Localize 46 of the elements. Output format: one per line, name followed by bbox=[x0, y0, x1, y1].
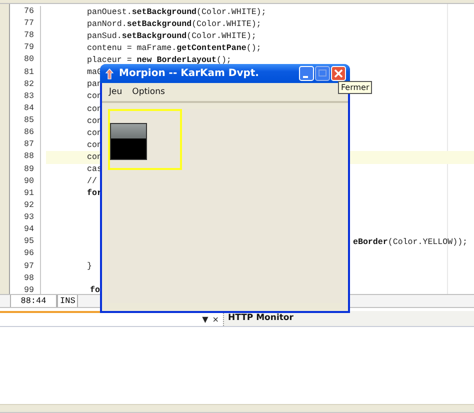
code-text: } bbox=[87, 262, 92, 272]
code-text: eBorder(Color.YELLOW)); bbox=[353, 238, 468, 247]
code-text: // bbox=[87, 177, 97, 186]
tile-drawing bbox=[110, 123, 147, 160]
line-number: 96 bbox=[10, 248, 41, 261]
line-number: 93 bbox=[10, 212, 41, 224]
app-icon bbox=[104, 68, 115, 80]
code-text: fo bbox=[90, 286, 100, 294]
line-number: 76 bbox=[10, 6, 41, 18]
line-number: 86 bbox=[10, 127, 41, 140]
panel-tab[interactable]: HTTP Monitor bbox=[223, 311, 474, 326]
line-number: 80 bbox=[10, 54, 41, 67]
line-number: 98 bbox=[10, 272, 41, 285]
minimize-button[interactable] bbox=[299, 66, 314, 81]
menu-item[interactable]: Jeu bbox=[109, 87, 122, 97]
code-text: placeur = new BorderLayout(); bbox=[87, 56, 232, 65]
menu-item[interactable]: Options bbox=[132, 87, 165, 97]
maximize-button[interactable] bbox=[315, 66, 330, 81]
line-number: 82 bbox=[10, 78, 41, 91]
code-text: panOuest.setBackground(Color.WHITE); bbox=[87, 8, 266, 16]
window-title: Morpion -- KarKam Dvpt. bbox=[119, 68, 260, 79]
code-text: panSud.setBackground(Color.WHITE); bbox=[87, 32, 256, 41]
line-number: 85 bbox=[10, 115, 41, 128]
line-number: 83 bbox=[10, 90, 41, 103]
code-text: panNord.setBackground(Color.WHITE); bbox=[87, 20, 262, 29]
close-button[interactable] bbox=[331, 66, 346, 81]
tooltip: Fermer bbox=[338, 81, 372, 94]
line-number: 79 bbox=[10, 42, 41, 54]
line-number: 87 bbox=[10, 139, 41, 152]
line-number: 77 bbox=[10, 18, 41, 30]
line-number: 90 bbox=[10, 176, 41, 188]
line-number: 97 bbox=[10, 260, 41, 273]
line-number: 78 bbox=[10, 30, 41, 42]
line-number: 88 bbox=[10, 151, 41, 164]
code-text: contenu = maFrame.getContentPane(); bbox=[87, 44, 262, 53]
line-number: 91 bbox=[10, 188, 41, 200]
cursor-position: 88:44 bbox=[10, 295, 57, 307]
close-glyph[interactable]: × bbox=[212, 314, 219, 324]
line-number: 92 bbox=[10, 200, 41, 212]
line-number: 89 bbox=[10, 164, 41, 176]
line-number: 84 bbox=[10, 102, 41, 116]
insert-mode: INS bbox=[57, 295, 78, 307]
line-number: 81 bbox=[10, 66, 41, 79]
dropdown-glyph[interactable]: ▼ bbox=[202, 314, 208, 324]
line-number: 94 bbox=[10, 224, 41, 236]
line-number: 95 bbox=[10, 236, 41, 248]
